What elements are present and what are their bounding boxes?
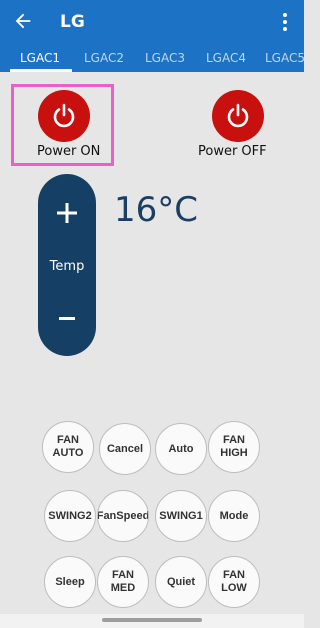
tab-lgac3[interactable]: LGAC3: [145, 51, 185, 65]
power-on-label: Power ON: [37, 144, 101, 159]
power-off-label: Power OFF: [198, 144, 267, 159]
device-tabs: LGAC1 LGAC2 LGAC3 LGAC4 LGAC5: [0, 44, 304, 72]
arrow-back-icon[interactable]: [12, 10, 34, 32]
quiet-button[interactable]: Quiet: [155, 556, 207, 608]
power-icon: [53, 103, 75, 128]
auto-button[interactable]: Auto: [155, 423, 207, 475]
tab-lgac5[interactable]: LGAC5: [265, 51, 304, 65]
power-on-button[interactable]: [38, 90, 90, 142]
temp-control: Temp: [38, 174, 96, 356]
mode-button[interactable]: Mode: [208, 490, 260, 542]
sleep-button[interactable]: Sleep: [44, 556, 96, 608]
swing2-button[interactable]: SWING2: [44, 490, 96, 542]
power-off-button[interactable]: [212, 90, 264, 142]
fan-auto-button[interactable]: FAN AUTO: [42, 421, 94, 473]
power-icon: [227, 103, 249, 128]
temp-label: Temp: [49, 259, 85, 274]
home-indicator[interactable]: [102, 618, 202, 622]
fan-low-button[interactable]: FAN LOW: [208, 556, 260, 608]
tab-indicator: [10, 69, 72, 72]
tab-lgac4[interactable]: LGAC4: [206, 51, 246, 65]
tab-lgac2[interactable]: LGAC2: [84, 51, 124, 65]
swing1-button[interactable]: SWING1: [155, 490, 207, 542]
fan-high-button[interactable]: FAN HIGH: [208, 421, 260, 473]
tab-lgac1[interactable]: LGAC1: [20, 51, 60, 65]
fan-med-button[interactable]: FAN MED: [97, 556, 149, 608]
more-vert-icon[interactable]: [280, 12, 290, 32]
temp-up-button[interactable]: [56, 202, 78, 224]
temp-down-button[interactable]: [59, 317, 75, 320]
cancel-button[interactable]: Cancel: [99, 423, 151, 475]
fan-speed-button[interactable]: FanSpeed: [97, 490, 149, 542]
app-bar: LG: [0, 0, 304, 44]
temperature-readout: 16°C: [114, 190, 199, 230]
app-title: LG: [60, 12, 85, 32]
